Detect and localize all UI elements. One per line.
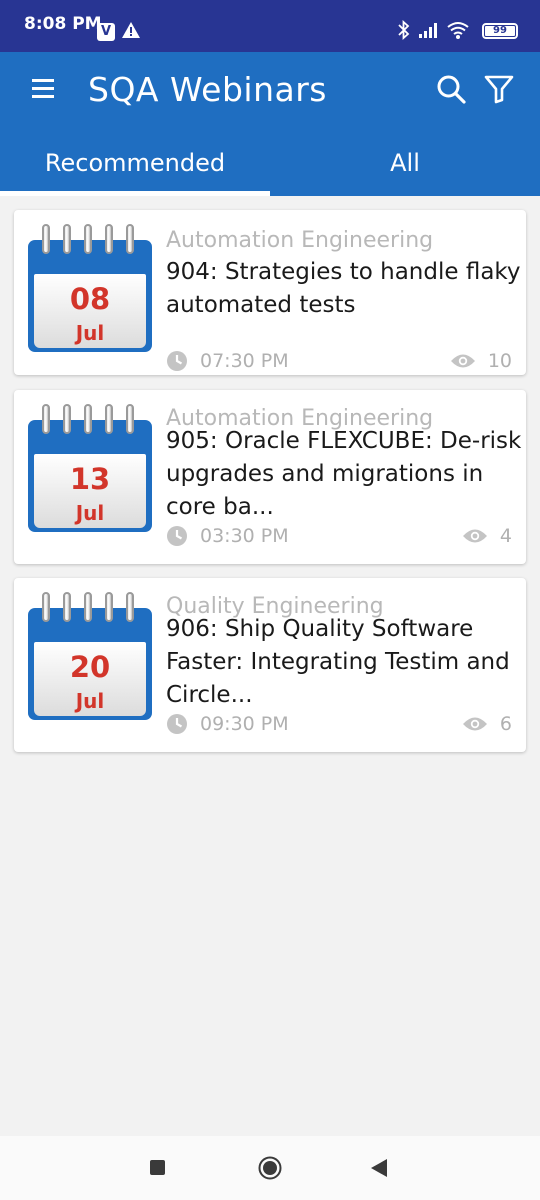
tab-indicator [0, 191, 270, 196]
clock-icon [167, 714, 187, 734]
status-bar: 8:08 PM V 99 [0, 0, 540, 52]
clock-icon [167, 526, 187, 546]
search-icon[interactable] [436, 74, 466, 108]
calendar-icon: 20 Jul [28, 592, 152, 720]
back-icon[interactable] [370, 1158, 388, 1182]
webinar-time: 09:30 PM [166, 713, 366, 737]
webinar-day: 08 [69, 282, 111, 316]
webinar-card[interactable]: 08 Jul Automation Engineering 904: Strat… [14, 210, 526, 375]
webinar-title: 904: Strategies to handle flaky automate… [166, 259, 521, 318]
app-bar: SQA Webinars [0, 52, 540, 128]
webinar-time: 03:30 PM [166, 525, 366, 549]
webinar-views: 4 [450, 525, 512, 549]
alert-icon [122, 22, 140, 42]
webinar-title: 905: Oracle FLEXCUBE: De-risk upgrades a… [166, 428, 522, 520]
webinar-card[interactable]: 20 Jul Quality Engineering 906: Ship Qua… [14, 578, 526, 752]
webinar-month: Jul [75, 321, 105, 345]
webinar-card[interactable]: 13 Jul Automation Engineering 905: Oracl… [14, 390, 526, 564]
webinar-category: Automation Engineering [166, 228, 434, 253]
filter-icon[interactable] [484, 74, 514, 108]
tab-recommended[interactable]: Recommended [0, 128, 270, 196]
clock-icon [167, 351, 187, 371]
menu-icon[interactable] [32, 79, 54, 99]
webinar-time: 07:30 PM [166, 350, 366, 374]
calendar-icon: 08 Jul [28, 224, 152, 352]
wifi-icon [447, 22, 469, 39]
status-icons: 99 [398, 20, 518, 42]
bluetooth-icon [398, 20, 410, 40]
recent-apps-icon[interactable] [150, 1160, 165, 1175]
webinar-day: 20 [69, 650, 111, 684]
webinar-month: Jul [75, 689, 105, 713]
battery-icon: 99 [482, 23, 518, 39]
calendar-icon: 13 Jul [28, 404, 152, 532]
v-app-icon: V [97, 23, 115, 41]
webinar-views: 6 [450, 713, 512, 737]
status-time: 8:08 PM [24, 14, 102, 34]
webinar-title: 906: Ship Quality Software Faster: Integ… [166, 616, 510, 708]
signal-icon [419, 23, 437, 38]
eye-icon [463, 717, 487, 731]
webinar-day: 13 [69, 462, 111, 496]
eye-icon [463, 529, 487, 543]
webinar-views: 10 [450, 350, 512, 374]
system-nav-bar [0, 1136, 540, 1200]
tab-bar: Recommended All [0, 128, 540, 196]
home-icon[interactable] [258, 1156, 282, 1184]
app-title: SQA Webinars [88, 70, 327, 109]
tab-all[interactable]: All [270, 128, 540, 196]
eye-icon [451, 354, 475, 368]
webinar-month: Jul [75, 501, 105, 525]
